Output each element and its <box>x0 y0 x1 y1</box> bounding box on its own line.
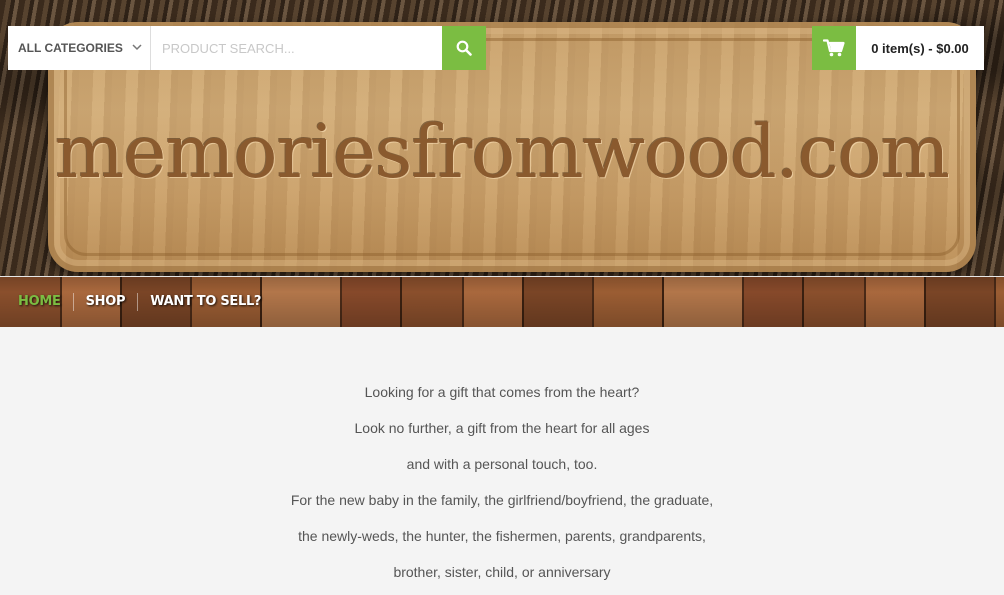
intro-line: Looking for a gift that comes from the h… <box>364 384 640 400</box>
intro-line: the newly-weds, the hunter, the fisherme… <box>298 528 706 544</box>
intro-line: Look no further, a gift from the heart f… <box>354 420 650 436</box>
main-nav: HOME SHOP WANT TO SELL? <box>0 276 1004 327</box>
search-button[interactable] <box>442 26 486 70</box>
nav-item-want-to-sell[interactable]: WANT TO SELL? <box>138 293 273 311</box>
search-input[interactable] <box>151 26 442 70</box>
cart-button[interactable]: 0 item(s) - $0.00 <box>812 26 984 70</box>
search-icon <box>456 40 472 56</box>
intro-line: brother, sister, child, or anniversary <box>393 564 611 580</box>
intro-line: For the new baby in the family, the girl… <box>290 492 714 508</box>
cart-summary: 0 item(s) - $0.00 <box>856 26 984 70</box>
header-banner: memoriesfromwood.com ALL CATEGORIES 0 i <box>0 0 1004 276</box>
chevron-down-icon <box>132 42 142 54</box>
intro-content: Looking for a gift that comes from the h… <box>0 327 1004 595</box>
shopping-cart-icon <box>812 26 856 70</box>
category-select[interactable]: ALL CATEGORIES <box>8 26 151 70</box>
category-select-value: ALL CATEGORIES <box>18 41 123 55</box>
nav-item-shop[interactable]: SHOP <box>74 293 139 311</box>
nav-item-home[interactable]: HOME <box>18 293 74 311</box>
intro-line: and with a personal touch, too. <box>406 456 598 472</box>
site-logo-text[interactable]: memoriesfromwood.com <box>0 110 1004 195</box>
search-bar: ALL CATEGORIES <box>8 26 486 70</box>
